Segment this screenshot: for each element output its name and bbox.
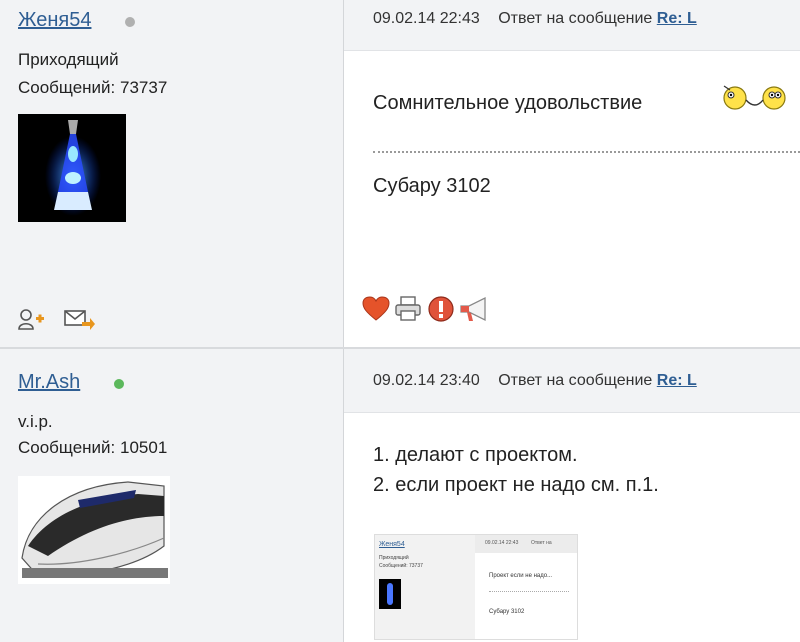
thumbnail-reply-label: Ответ на [531, 540, 552, 546]
author-username[interactable]: Женя54 [18, 9, 91, 32]
like-button[interactable] [362, 296, 390, 322]
report-button[interactable] [427, 295, 455, 323]
thumbnail-divider [489, 591, 569, 592]
thumbnail-date: 09.02.14 22:43 [485, 540, 519, 546]
post-text-line: 1. делают с проектом. [373, 444, 578, 466]
lava-lamp-icon [45, 120, 101, 216]
author-rank: v.i.p. [18, 412, 53, 431]
post-separator [0, 347, 800, 349]
post-meta: 09.02.14 23:40 Ответ на сообщение Re: L [373, 372, 697, 390]
post: Mr.Ash v.i.p. Сообщений: 10501 09.02.14 … [0, 348, 800, 642]
print-button[interactable] [394, 296, 422, 322]
thumbnail-rank: Приходящий [379, 555, 409, 561]
author-username[interactable]: Mr.Ash [18, 371, 80, 394]
author-message-count: Сообщений: 73737 [18, 78, 168, 97]
add-friend-button[interactable] [17, 308, 47, 332]
post-text: Сомнительное удовольствие [373, 92, 643, 114]
author-avatar [18, 114, 126, 222]
author-avatar [18, 476, 170, 584]
reply-to-link[interactable]: Re: L [657, 10, 697, 27]
thumbnail-count: Сообщений: 73737 [379, 563, 423, 569]
reply-to-label: Ответ на сообщение [498, 372, 653, 389]
post-meta: 09.02.14 22:43 Ответ на сообщение Re: L [373, 10, 697, 28]
author-rank: Приходящий [18, 50, 119, 69]
thumbnail-sidebar: Женя54 Приходящий Сообщений: 73737 [375, 535, 475, 639]
megaphone-icon [460, 296, 486, 322]
post-header: 09.02.14 23:40 Ответ на сообщение Re: L [344, 348, 800, 413]
megaphone-button[interactable] [459, 296, 493, 324]
post-author-panel: Mr.Ash v.i.p. Сообщений: 10501 [0, 348, 344, 642]
print-icon [395, 296, 421, 321]
add-friend-icon [18, 309, 44, 330]
attachment-thumbnail[interactable]: Женя54 Приходящий Сообщений: 73737 09.02… [374, 534, 578, 640]
post-author-panel: Женя54 Приходящий Сообщений: 73737 [0, 0, 344, 348]
send-message-icon [64, 310, 95, 330]
signature-divider [373, 151, 800, 153]
reply-to-link[interactable]: Re: L [657, 372, 697, 389]
post-text-line: 2. если проект не надо см. п.1. [373, 474, 659, 496]
report-icon [428, 296, 454, 322]
post-date: 09.02.14 23:40 [373, 372, 480, 389]
send-message-button[interactable] [64, 308, 96, 332]
post-signature: Субару 3102 [373, 175, 491, 197]
thumbnail-avatar [379, 579, 401, 609]
thumbnail-text: Проект если не надо... [489, 573, 553, 579]
post-content: 09.02.14 22:43 Ответ на сообщение Re: L … [344, 0, 800, 348]
thumbnail-body: Проект если не надо... Субару 3102 [475, 553, 577, 639]
thumbnail-header: 09.02.14 22:43 Ответ на [475, 535, 577, 553]
thumbnail-username: Женя54 [379, 541, 405, 548]
smiley-icon [718, 80, 792, 119]
online-status-dot [114, 379, 124, 389]
reply-to-label: Ответ на сообщение [498, 10, 653, 27]
like-heart-icon [362, 296, 390, 321]
thumbnail-signature: Субару 3102 [489, 609, 525, 615]
post-header: 09.02.14 22:43 Ответ на сообщение Re: L [344, 0, 800, 51]
train-icon [21, 481, 168, 578]
post: Женя54 Приходящий Сообщений: 73737 09.02… [0, 0, 800, 348]
post-date: 09.02.14 22:43 [373, 10, 480, 27]
offline-status-dot [125, 17, 135, 27]
post-content: 09.02.14 23:40 Ответ на сообщение Re: L … [344, 348, 800, 642]
author-message-count: Сообщений: 10501 [18, 438, 168, 457]
